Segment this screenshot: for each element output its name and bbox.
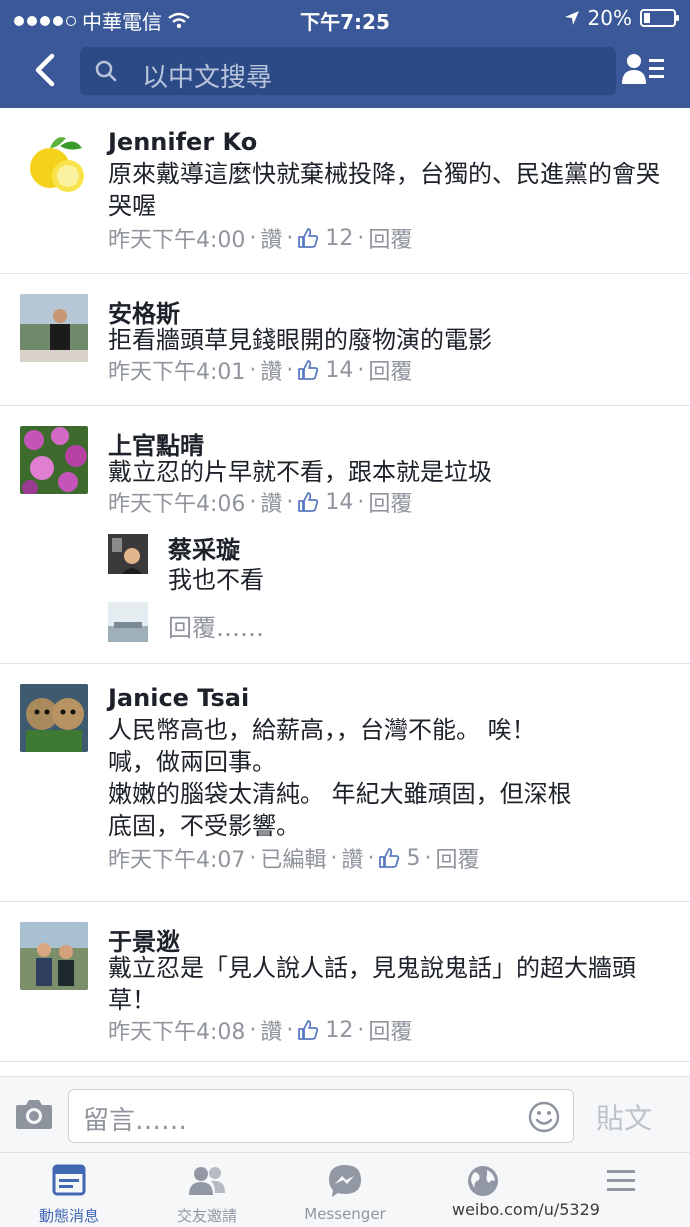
thumbs-up-icon [298,228,319,248]
comment-text: 人民幣高也，給薪高，，台灣不能。 唉！ 喊，做兩回事。 嫩嫩的腦袋太清純。 年紀… [108,714,668,842]
comment-time[interactable]: 昨天下午4:06 [108,486,245,518]
messenger-icon [329,1165,361,1197]
like-count[interactable]: 5 [406,846,420,871]
avatar[interactable] [20,684,88,752]
comment-input[interactable]: 留言…… [68,1089,574,1143]
thumbs-up-icon [298,360,319,380]
emoji-icon[interactable] [527,1100,561,1134]
thumbs-up-icon [379,848,400,868]
comment-text: 原來戴導這麼快就棄械投降，台獨的、民進黨的會哭哭喔 [108,160,660,220]
status-bar: 中華電信 下午7:25 20% [0,0,690,36]
like-count[interactable]: 14 [325,358,353,383]
reply-avatar[interactable] [108,534,148,574]
comment-time[interactable]: 昨天下午4:00 [108,222,245,254]
comment-text-line: 喊，做兩回事。 [108,748,276,776]
commenter-name[interactable]: Jennifer Ko [108,128,257,156]
comment-text-line: 底固，不受影響。 [108,812,300,840]
battery-percent: 20% [587,6,632,30]
reply-button[interactable]: 回覆 [368,1014,412,1046]
tab-friend-requests[interactable]: 交友邀請 [138,1153,276,1227]
reply-input[interactable]: 回覆…… [168,608,264,643]
tab-label: 交友邀請 [176,1207,237,1225]
comment-placeholder: 留言…… [83,1106,188,1136]
back-chevron-icon[interactable] [28,50,64,90]
comment-meta: 昨天下午4:00 · 讚 · 12 · 回覆 [108,222,412,254]
like-count[interactable]: 12 [325,226,353,251]
menu-icon [607,1170,635,1191]
friend-requests-icon [189,1167,225,1195]
reply-button[interactable]: 回覆 [435,842,479,874]
commenter-name[interactable]: Janice Tsai [108,684,249,712]
reply-button[interactable]: 回覆 [368,486,412,518]
comment-item: 于景逖 戴立忍是「見人說人話，見鬼說鬼話」的超大牆頭草！ 昨天下午4:08 · … [0,902,690,1062]
reply-text: 我也不看 [168,566,264,594]
tab-label: Messenger [304,1205,386,1223]
thumbs-up-icon [298,1020,319,1040]
tab-news-feed[interactable]: 動態消息 [0,1153,138,1227]
comment-composer: 留言…… 貼文 [0,1076,690,1152]
comment-meta: 昨天下午4:08 · 讚 · 12 · 回覆 [108,1014,412,1046]
reply-button[interactable]: 回覆 [368,354,412,386]
comment-meta: 昨天下午4:07 · 已編輯 · 讚 · 5 · 回覆 [108,842,479,874]
watermark: weibo.com/u/5329 [452,1200,600,1219]
globe-icon [468,1166,498,1196]
search-field[interactable]: 以中文搜尋 [80,47,616,95]
own-avatar [108,602,148,642]
like-button[interactable]: 讚 [260,222,282,254]
comment-item: 上官點晴 戴立忍的片早就不看，跟本就是垃圾 昨天下午4:06 · 讚 · 14 … [0,406,690,664]
like-count[interactable]: 12 [325,1018,353,1043]
comment-text: 戴立忍是「見人說人話，見鬼說鬼話」的超大牆頭草！ [108,954,636,1014]
comment-time[interactable]: 昨天下午4:08 [108,1014,245,1046]
comment-meta: 昨天下午4:01 · 讚 · 14 · 回覆 [108,354,412,386]
like-button[interactable]: 讚 [341,842,363,874]
comments-list: Jennifer Ko 原來戴導這麼快就棄械投降，台獨的、民進黨的會哭哭喔 昨天… [0,108,690,1076]
tab-messenger[interactable]: Messenger [276,1153,414,1227]
tab-label: 動態消息 [38,1207,99,1225]
search-placeholder: 以中文搜尋 [142,63,273,93]
comment-text: 拒看牆頭草見錢眼開的廢物演的電影 [108,326,492,354]
edited-label[interactable]: 已編輯 [260,842,326,874]
like-button[interactable]: 讚 [260,486,282,518]
comment-time[interactable]: 昨天下午4:01 [108,354,245,386]
comment-time[interactable]: 昨天下午4:07 [108,842,245,874]
battery-icon [640,9,679,27]
comment-item: Jennifer Ko 原來戴導這麼快就棄械投降，台獨的、民進黨的會哭哭喔 昨天… [0,108,690,274]
thumbs-up-icon [298,492,319,512]
friend-list-icon[interactable] [620,50,668,90]
like-button[interactable]: 讚 [260,1014,282,1046]
avatar[interactable] [20,294,88,362]
camera-icon[interactable] [14,1097,54,1131]
comment-item: 安格斯 拒看牆頭草見錢眼開的廢物演的電影 昨天下午4:01 · 讚 · 14 ·… [0,274,690,406]
comment-item: Janice Tsai 人民幣高也，給薪高，，台灣不能。 唉！ 喊，做兩回事。 … [0,664,690,902]
comment-meta: 昨天下午4:06 · 讚 · 14 · 回覆 [108,486,412,518]
avatar[interactable] [20,426,88,494]
status-right: 20% [564,6,679,30]
like-count[interactable]: 14 [325,490,353,515]
location-arrow-icon [564,11,579,25]
top-bar: 中華電信 下午7:25 20% 以中文搜尋 [0,0,690,108]
avatar[interactable] [20,128,88,196]
comment-text: 戴立忍的片早就不看，跟本就是垃圾 [108,458,492,486]
like-button[interactable]: 讚 [260,354,282,386]
news-feed-icon [52,1164,86,1196]
comment-text-line: 人民幣高也，給薪高，，台灣不能。 唉！ [108,716,536,744]
comment-text-line: 嫩嫩的腦袋太清純。 年紀大雖頑固，但深根 [108,780,572,808]
avatar[interactable] [20,922,88,990]
post-button[interactable]: 貼文 [596,1097,652,1137]
reply-button[interactable]: 回覆 [368,222,412,254]
search-icon [95,60,117,82]
